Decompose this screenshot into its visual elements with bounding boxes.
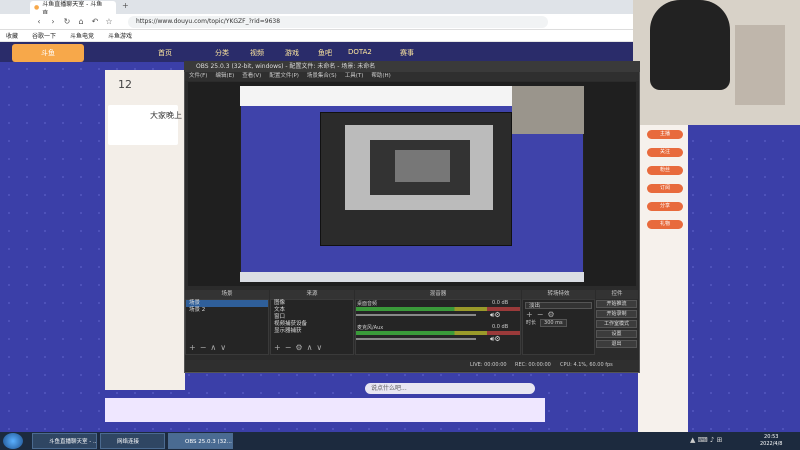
studio-mode-button[interactable]: 工作室模式: [596, 320, 637, 328]
nav-link[interactable]: 分类: [215, 48, 229, 58]
source-item[interactable]: 文本: [271, 307, 353, 314]
obs-title-bar: OBS 25.0.3 (32-bit, windows) - 配置文件: 未命名…: [184, 61, 640, 72]
taskbar-network[interactable]: 网络连接: [100, 433, 165, 449]
side-pill-button[interactable]: 礼物: [647, 220, 683, 229]
bookmark-item[interactable]: 斗鱼电竞: [70, 31, 94, 40]
gift-bar[interactable]: [105, 398, 545, 422]
nav-link[interactable]: 视频: [250, 48, 264, 58]
menu-item[interactable]: 帮助(H): [371, 72, 390, 81]
obs-status-bar: LIVE: 00:00:00 REC: 00:00:00 CPU: 4.1%, …: [185, 360, 639, 371]
bookmark-item[interactable]: 谷歌一下: [32, 31, 56, 40]
site-favicon-icon: ●: [34, 4, 40, 11]
reload-icon[interactable]: ↻: [62, 17, 72, 27]
controls-dock-title: 控件: [596, 290, 638, 299]
obs-menu-bar: 文件(F) 编辑(E) 查看(V) 配置文件(P) 场景集合(S) 工具(T) …: [185, 72, 639, 81]
source-item[interactable]: 图像: [271, 300, 353, 307]
scenes-dock: 场景 场景 2 +−∧∨: [185, 299, 269, 355]
menu-item[interactable]: 配置文件(P): [269, 72, 299, 81]
preview-nested-taskbar: [240, 272, 584, 282]
anchor-title: 大家晚上: [150, 111, 182, 120]
home-icon[interactable]: ⌂: [76, 17, 86, 27]
live-timer: LIVE: 00:00:00: [470, 362, 507, 368]
bookmark-item[interactable]: 收藏: [6, 31, 18, 40]
nav-link[interactable]: 鱼吧: [318, 48, 332, 58]
browser-tab-active[interactable]: ● 斗鱼直播聊天室 - 斗鱼直...: [30, 1, 116, 17]
sources-dock: 图像 文本 窗口 视频捕获设备 显示器捕获 +−⚙∧∨: [270, 299, 354, 355]
side-pill-button[interactable]: 订阅: [647, 184, 683, 193]
mixer-dock-title: 混音器: [355, 290, 521, 299]
streamer-figure: [650, 0, 730, 90]
undo-icon[interactable]: ↶: [90, 17, 100, 27]
site-logo[interactable]: 斗鱼: [12, 44, 84, 62]
nav-link[interactable]: 赛事: [400, 48, 414, 58]
side-pill-button[interactable]: 分享: [647, 202, 683, 211]
transition-select[interactable]: 淡出: [525, 302, 592, 309]
scene-tools[interactable]: +−∧∨: [186, 344, 268, 352]
preview-nested-level5: [395, 150, 450, 182]
exit-button[interactable]: 退出: [596, 340, 637, 348]
url-field[interactable]: https://www.douyu.com/topic/YKGZF_?rid=9…: [128, 16, 548, 28]
mixer-track-level: 0.0 dB: [492, 324, 509, 330]
back-icon[interactable]: ‹: [34, 17, 44, 27]
bookmark-item[interactable]: 斗鱼游戏: [108, 31, 132, 40]
scenes-dock-title: 场景: [185, 290, 269, 299]
settings-button[interactable]: 设置: [596, 330, 637, 338]
speaker-icon[interactable]: 🔊︎⚙: [490, 311, 501, 320]
transitions-dock-title: 转场特效: [522, 290, 595, 299]
transition-tools[interactable]: +−⚙: [523, 311, 594, 319]
new-tab-button[interactable]: +: [122, 1, 129, 10]
sources-dock-title: 来源: [270, 290, 354, 299]
transitions-dock: 淡出 +−⚙ 时长 300 ms: [522, 299, 595, 355]
nav-link[interactable]: DOTA2: [348, 48, 372, 56]
volume-slider[interactable]: [356, 314, 476, 316]
source-item[interactable]: 窗口: [271, 314, 353, 321]
side-pill-button[interactable]: 关注: [647, 148, 683, 157]
menu-item[interactable]: 编辑(E): [215, 72, 234, 81]
mixer-track-label: 桌面音频: [357, 301, 378, 307]
scene-item[interactable]: 场景 2: [186, 307, 268, 314]
clock-time: 20:53: [764, 434, 779, 440]
source-item[interactable]: 视频捕获设备: [271, 321, 353, 328]
side-pill-button[interactable]: 粉丝: [647, 166, 683, 175]
star-icon[interactable]: ☆: [104, 17, 114, 27]
side-pill-button[interactable]: 主播: [647, 130, 683, 139]
taskbar-browser[interactable]: 斗鱼直播聊天室 - ...: [32, 433, 97, 449]
duration-input[interactable]: 300 ms: [540, 319, 567, 327]
viewer-count: 12: [118, 78, 132, 91]
start-streaming-button[interactable]: 开始推流: [596, 300, 637, 308]
menu-item[interactable]: 查看(V): [242, 72, 261, 81]
nav-link[interactable]: 游戏: [285, 48, 299, 58]
menu-item[interactable]: 工具(T): [345, 72, 364, 81]
source-tools[interactable]: +−⚙∧∨: [271, 344, 353, 352]
volume-slider[interactable]: [356, 338, 476, 340]
system-clock[interactable]: 20:53 2022/4/8: [760, 434, 782, 448]
rec-timer: REC: 00:00:00: [515, 362, 551, 368]
preview-nested-webcam: [512, 86, 584, 134]
clock-date: 2022/4/8: [760, 441, 783, 447]
duration-label: 时长: [526, 320, 537, 326]
mixer-track-label: 麦克风/Aux: [357, 325, 384, 331]
nav-link[interactable]: 首页: [158, 48, 172, 58]
menu-item[interactable]: 场景集合(S): [307, 72, 337, 81]
scene-item[interactable]: 场景: [186, 300, 268, 307]
cpu-fps: CPU: 4.1%, 60.00 fps: [560, 362, 613, 368]
menu-item[interactable]: 文件(F): [189, 72, 207, 81]
start-button-icon[interactable]: [3, 433, 23, 449]
background-shelf: [735, 25, 785, 105]
tray-icons[interactable]: ▲ ⌨ ♪ ⊞: [690, 436, 723, 444]
mixer-track-level: 0.0 dB: [492, 300, 509, 306]
source-item[interactable]: 显示器捕获: [271, 328, 353, 335]
taskbar-obs[interactable]: OBS 25.0.3 (32...: [168, 433, 233, 449]
start-recording-button[interactable]: 开始录制: [596, 310, 637, 318]
forward-icon[interactable]: ›: [48, 17, 58, 27]
speaker-icon[interactable]: 🔊︎⚙: [490, 335, 501, 344]
chat-input[interactable]: 说点什么吧...: [365, 383, 535, 394]
